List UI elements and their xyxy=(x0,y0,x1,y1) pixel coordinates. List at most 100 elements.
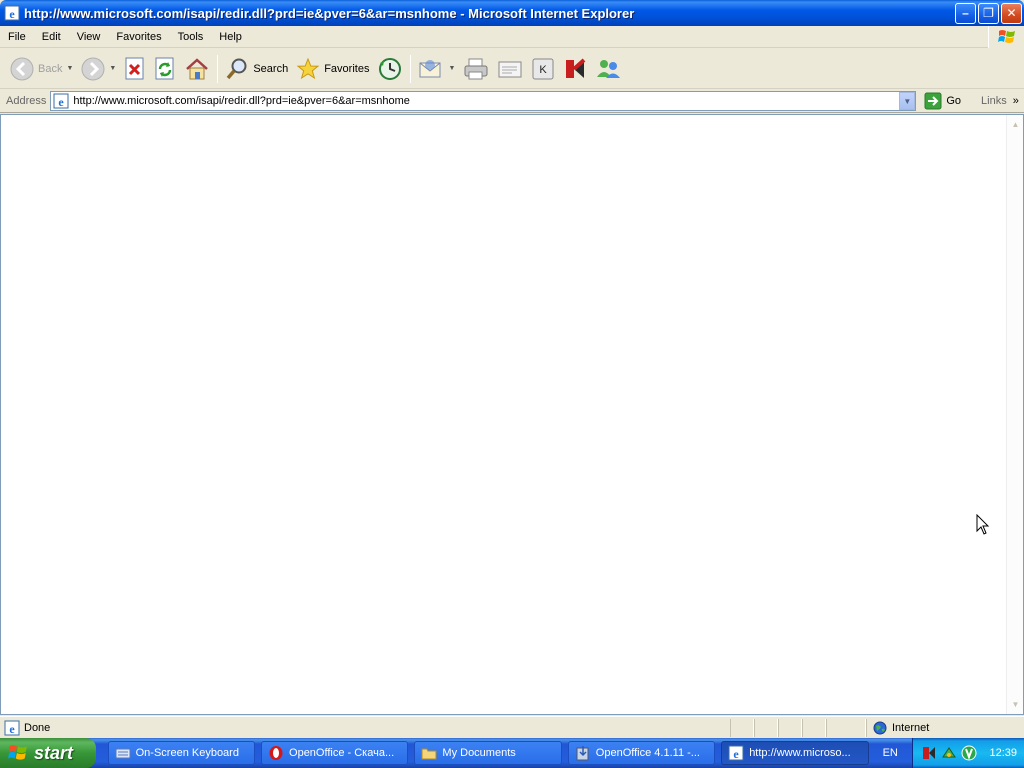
menu-tools[interactable]: Tools xyxy=(170,31,212,43)
task-my-documents[interactable]: My Documents xyxy=(414,741,562,765)
links-bar[interactable]: Links » xyxy=(981,95,1019,107)
scroll-up-icon[interactable]: ▲ xyxy=(1008,117,1023,132)
mail-icon xyxy=(419,59,441,77)
address-label: Address xyxy=(6,95,47,107)
toolbar: Back ▼ ▼ Search Favorites ▼ K xyxy=(0,49,1024,89)
ie-icon: e xyxy=(728,745,744,761)
home-button[interactable] xyxy=(180,53,214,85)
restore-button[interactable]: ❐ xyxy=(978,2,999,24)
search-icon xyxy=(227,58,247,79)
mail-button[interactable]: ▼ xyxy=(414,53,459,85)
print-button[interactable] xyxy=(459,53,493,85)
refresh-icon xyxy=(155,57,174,79)
mouse-cursor-icon xyxy=(976,514,990,535)
menu-file[interactable]: File xyxy=(0,31,34,43)
clock[interactable]: 12:39 xyxy=(989,747,1017,759)
favorites-button[interactable]: Favorites xyxy=(292,53,373,85)
network-tray-icon[interactable] xyxy=(941,745,957,761)
edit-button[interactable] xyxy=(493,53,527,85)
system-tray: 12:39 xyxy=(912,738,1024,768)
menu-edit[interactable]: Edit xyxy=(34,31,69,43)
star-icon xyxy=(296,57,320,79)
svg-text:e: e xyxy=(59,95,65,109)
vertical-scrollbar[interactable]: ▲ ▼ xyxy=(1006,115,1023,714)
task-label: http://www.microso... xyxy=(749,747,851,759)
forward-arrow-icon xyxy=(81,57,105,80)
refresh-button[interactable] xyxy=(150,53,180,85)
ie-icon: e xyxy=(4,5,20,21)
window-title: http://www.microsoft.com/isapi/redir.dll… xyxy=(24,5,635,21)
messenger-button[interactable] xyxy=(591,53,625,85)
scroll-down-icon[interactable]: ▼ xyxy=(1008,697,1023,712)
address-bar: Address e http://www.microsoft.com/isapi… xyxy=(0,90,1024,113)
stop-icon xyxy=(125,57,144,79)
keyboard-icon xyxy=(115,748,131,759)
back-label: Back xyxy=(38,62,63,75)
task-label: My Documents xyxy=(442,747,516,759)
task-openoffice-installer[interactable]: OpenOffice 4.1.11 -... xyxy=(567,741,716,765)
messenger-icon xyxy=(597,59,621,78)
favorites-label: Favorites xyxy=(324,62,370,75)
status-text: Done xyxy=(24,721,51,734)
k-icon: K xyxy=(532,58,554,79)
language-indicator[interactable]: EN xyxy=(883,747,913,759)
page-icon: e xyxy=(53,93,69,109)
menu-help[interactable]: Help xyxy=(211,31,250,43)
windows-logo-icon xyxy=(988,25,1024,48)
printer-icon xyxy=(464,58,488,79)
task-label: OpenOffice - Скача... xyxy=(289,747,395,759)
mail-dropdown-icon[interactable]: ▼ xyxy=(448,65,455,72)
menu-view[interactable]: View xyxy=(69,31,109,43)
status-bar: e Done Internet xyxy=(0,716,1024,738)
go-label: Go xyxy=(946,95,962,107)
back-dropdown-icon[interactable]: ▼ xyxy=(66,65,73,72)
address-input[interactable]: e http://www.microsoft.com/isapi/redir.d… xyxy=(50,91,917,111)
start-label: start xyxy=(34,742,74,763)
home-icon xyxy=(186,57,209,79)
folder-icon xyxy=(421,748,437,760)
k-button[interactable]: K xyxy=(527,53,559,85)
page-content[interactable]: ▲ ▼ xyxy=(0,114,1024,715)
forward-button[interactable]: ▼ xyxy=(77,53,120,85)
zone-label: Internet xyxy=(892,721,930,734)
back-button[interactable]: Back ▼ xyxy=(6,53,77,85)
kaspersky-icon xyxy=(566,58,586,78)
taskbar: start On-Screen Keyboard OpenOffice - Ск… xyxy=(0,738,1024,768)
stop-button[interactable] xyxy=(120,53,150,85)
windows-flag-icon xyxy=(8,745,27,760)
task-opera[interactable]: OpenOffice - Скача... xyxy=(261,741,409,765)
security-zone: Internet xyxy=(866,718,1024,737)
task-label: On-Screen Keyboard xyxy=(135,747,239,759)
minimize-button[interactable]: – xyxy=(955,2,976,24)
back-arrow-icon xyxy=(10,57,34,80)
go-button[interactable]: Go xyxy=(920,92,965,110)
go-arrow-icon xyxy=(924,92,942,110)
search-button[interactable]: Search xyxy=(221,53,292,85)
close-button[interactable]: ✕ xyxy=(1001,2,1022,24)
history-icon xyxy=(379,57,402,80)
kaspersky-tray-icon[interactable] xyxy=(921,745,937,761)
address-dropdown-icon[interactable]: ▼ xyxy=(899,92,916,110)
svg-text:e: e xyxy=(9,7,15,21)
links-chevron-icon[interactable]: » xyxy=(1013,95,1019,107)
svg-text:e: e xyxy=(9,722,15,736)
edit-page-icon xyxy=(498,61,522,77)
globe-icon xyxy=(873,721,887,734)
address-url[interactable]: http://www.microsoft.com/isapi/redir.dll… xyxy=(69,95,899,107)
task-on-screen-keyboard[interactable]: On-Screen Keyboard xyxy=(107,741,256,765)
kaspersky-button[interactable] xyxy=(559,53,591,85)
history-button[interactable] xyxy=(373,53,407,85)
forward-dropdown-icon[interactable]: ▼ xyxy=(109,65,116,72)
svg-text:e: e xyxy=(734,747,740,761)
page-status-icon: e xyxy=(4,720,20,736)
task-internet-explorer[interactable]: e http://www.microso... xyxy=(721,741,869,765)
opera-icon xyxy=(269,746,283,760)
links-label: Links xyxy=(981,95,1007,107)
start-button[interactable]: start xyxy=(0,738,96,768)
menu-favorites[interactable]: Favorites xyxy=(108,31,169,43)
menu-bar: File Edit View Favorites Tools Help xyxy=(0,25,1024,48)
search-label: Search xyxy=(253,62,289,75)
svg-text:K: K xyxy=(540,64,548,76)
title-bar[interactable]: e http://www.microsoft.com/isapi/redir.d… xyxy=(0,0,1024,26)
update-tray-icon[interactable] xyxy=(961,745,977,761)
